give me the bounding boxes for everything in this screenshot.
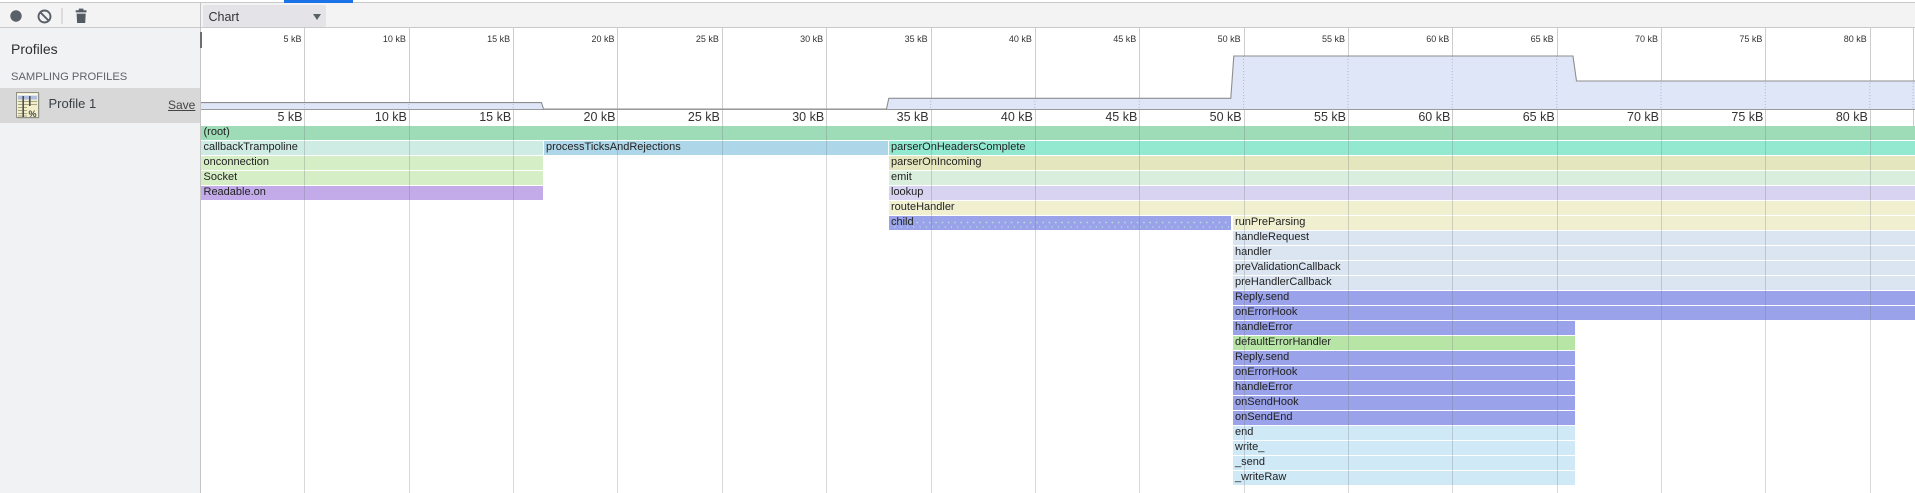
svg-text:%: %: [29, 109, 37, 119]
